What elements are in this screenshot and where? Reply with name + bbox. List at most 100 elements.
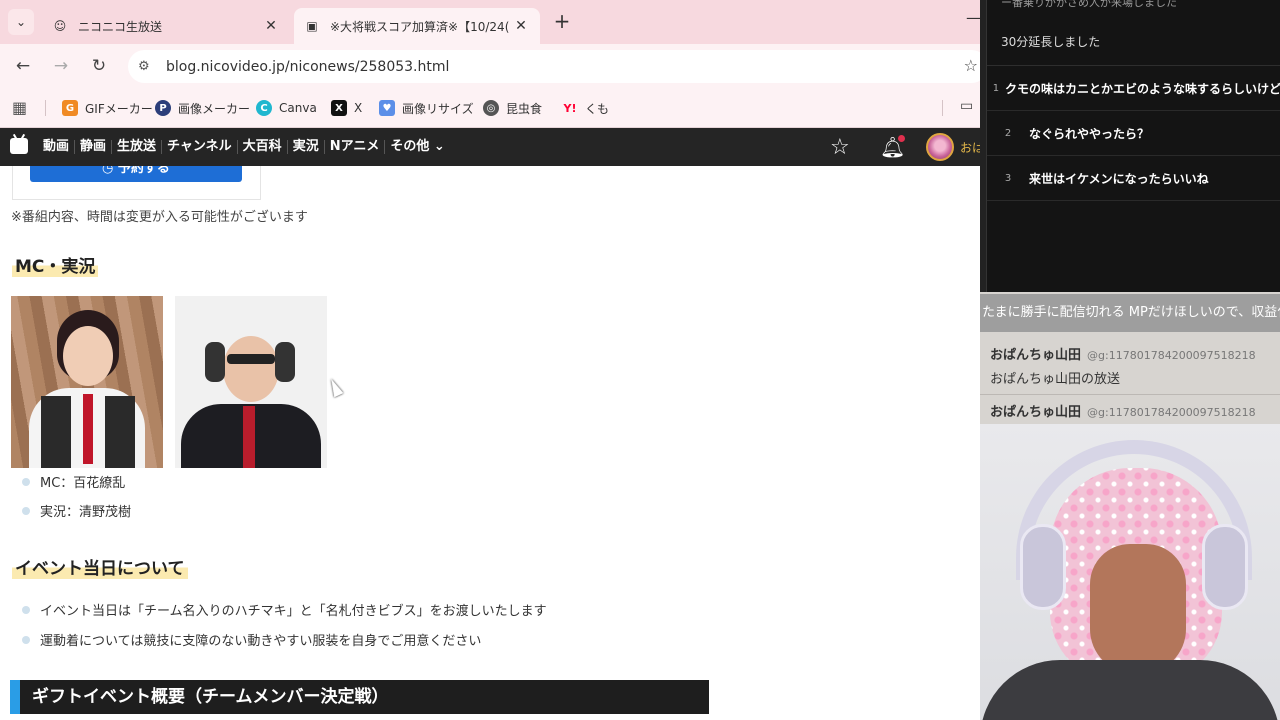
event-list-item: イベント当日は「チーム名入りのハチマキ」と「名札付きビブス」をお渡しいたします (22, 600, 547, 619)
photo-vest-left (41, 396, 71, 468)
nav-item-anime[interactable]: Nアニメ (323, 140, 385, 154)
browser-tab-strip: ⌄ ☺ ニコニコ生放送 ✕ ▣ ※大将戦スコア加算済※【10/24( ✕ + — (0, 0, 982, 44)
comment-author-name: おぱんちゅ山田 (990, 405, 1082, 420)
bookmark-image-resize[interactable]: ♥ 画像リサイズ (379, 96, 474, 120)
tab-title: ニコニコ生放送 (78, 19, 163, 34)
nav-item-more[interactable]: その他 ⌄ (384, 140, 449, 154)
forward-arrow-icon[interactable]: → (51, 56, 71, 76)
nav-item-seiga[interactable]: 静画 (74, 140, 111, 154)
url-bar[interactable]: ⚙ blog.nicovideo.jp/niconews/258053.html… (128, 50, 988, 83)
address-toolbar: ← → ↻ ⚙ blog.nicovideo.jp/niconews/25805… (0, 44, 988, 88)
image-maker-icon: P (155, 100, 171, 116)
comment-author-id: @g:117801784200097518218 (1087, 406, 1256, 419)
gif-maker-icon: G (62, 100, 78, 116)
bookmark-kumo[interactable]: Y! くも (562, 96, 610, 120)
photo-headphone-left (205, 342, 225, 382)
photo-vest-right (105, 396, 135, 468)
notification-dot (898, 135, 905, 142)
stream-system-message: ー番乗りがかさめ人が来場しました (1001, 0, 1177, 9)
mouse-cursor-icon (326, 376, 344, 398)
url-text[interactable]: blog.nicovideo.jp/niconews/258053.html (166, 59, 449, 75)
ranking-number: 1 (992, 82, 1000, 94)
bullet-dot (22, 506, 30, 515)
browser-tab-nicolive[interactable]: ☺ ニコニコ生放送 ✕ (42, 8, 290, 44)
comment-author-name: おぱんちゅ山田 (990, 348, 1082, 363)
photo-face (223, 336, 279, 402)
photo-face (63, 326, 113, 386)
bookmark-image-maker[interactable]: P 画像メーカー (155, 96, 250, 120)
star-icon[interactable]: ☆ (830, 135, 850, 160)
bookmark-star-icon[interactable]: ☆ (964, 56, 978, 75)
bullet-dot (22, 635, 30, 644)
ranking-row[interactable]: 3 来世はイケメンになったらいいね (987, 156, 1280, 201)
tab-search-button[interactable]: ⌄ (8, 9, 34, 35)
nav-item-channel[interactable]: チャンネル (161, 140, 237, 154)
bookmark-insect-food[interactable]: ◎ 昆虫食 (483, 96, 542, 120)
webcam-headphone-right (1202, 524, 1248, 610)
comment-panel: たまに勝手に配信切れる MPだけほしいので、収益化 おぱんちゅ山田 @g:1178… (980, 292, 1280, 424)
webcam-face (1090, 544, 1186, 674)
chevron-down-icon: ⌄ (433, 139, 445, 154)
bookmark-canva[interactable]: C Canva (256, 96, 317, 120)
browser-tab-article[interactable]: ▣ ※大将戦スコア加算済※【10/24( ✕ (294, 8, 540, 44)
yahoo-icon: Y! (563, 101, 577, 115)
niconico-nav: 動画 静画 生放送 チャンネル 大百科 実況 Nアニメ その他 ⌄ ☆ 🔔︎ お… (0, 128, 984, 166)
stream-overlay: ー番乗りがかさめ人が来場しました 30分延長しました 1 クモの味はカニとかエビ… (980, 0, 1280, 720)
nav-menu: 動画 静画 生放送 チャンネル 大百科 実況 Nアニメ その他 ⌄ (38, 128, 450, 166)
new-tab-button[interactable]: + (550, 10, 574, 34)
tab-title: ※大将戦スコア加算済※【10/24( (330, 19, 510, 34)
nav-item-video[interactable]: 動画 (38, 140, 74, 154)
ranking-text: クモの味はカニとかエビのような味するらしいけど (1004, 81, 1280, 96)
nav-item-live[interactable]: 生放送 (111, 140, 161, 154)
comment-divider (980, 394, 1280, 395)
list-item-text: 運動着については競技に支障のない動きやすい服装を自身でご用意ください (40, 634, 482, 649)
nav-item-jikkyo[interactable]: 実況 (286, 140, 324, 154)
bookmark-gif-maker[interactable]: G GIFメーカー (62, 96, 153, 120)
screen: ⌄ ☺ ニコニコ生放送 ✕ ▣ ※大将戦スコア加算済※【10/24( ✕ + —… (0, 0, 1280, 720)
bookmark-label: GIFメーカー (85, 101, 153, 116)
photo-headphone-right (275, 342, 295, 382)
close-icon[interactable]: ✕ (262, 18, 280, 34)
back-arrow-icon[interactable]: ← (13, 56, 33, 76)
ranking-text: 来世はイケメンになったらいいね (1029, 171, 1209, 186)
ranking-row[interactable]: 1 クモの味はカニとかエビのような味するらしいけど (987, 66, 1280, 111)
commentator-photo (175, 296, 327, 468)
reload-icon[interactable]: ↻ (89, 56, 109, 76)
bookmark-separator (942, 100, 943, 116)
scrolling-comment: たまに勝手に配信切れる MPだけほしいので、収益化 (980, 294, 1280, 332)
bookmark-label: 画像メーカー (178, 101, 251, 116)
niconico-logo-icon[interactable] (10, 138, 28, 154)
bookmarks-bar: ▦ G GIFメーカー P 画像メーカー C Canva X X ♥ 画像リサイ… (0, 88, 980, 128)
bookmark-label: くも (585, 101, 610, 116)
section-heading-mc: MC・実況 (12, 252, 99, 277)
site-info-icon[interactable]: ⚙ (138, 59, 158, 74)
bookmark-x[interactable]: X X (331, 96, 362, 120)
comment-text: おぱんちゅ山田の放送 (990, 372, 1121, 387)
ranking-number: 2 (1004, 127, 1012, 139)
resize-icon: ♥ (379, 100, 395, 116)
reserve-button[interactable]: ◷ 予約する (30, 166, 242, 182)
ranking-row[interactable]: 2 なぐられややったら？ (987, 111, 1280, 156)
apps-grid-icon[interactable]: ▦ (12, 98, 27, 117)
photo-tie (243, 406, 255, 468)
bullet-dot (22, 477, 30, 486)
nav-item-dic[interactable]: 大百科 (236, 140, 287, 154)
schedule-note: ※番組内容、時間は変更が入る可能性がございます (11, 210, 308, 225)
comment-author: おぱんちゅ山田 @g:117801784200097518218 (990, 344, 1256, 363)
avatar[interactable] (926, 133, 954, 161)
folder-icon[interactable]: ▭ (960, 98, 973, 114)
list-item-text: 実況：清野茂樹 (40, 505, 132, 520)
list-item-text: MC：百花繚乱 (40, 476, 126, 491)
bookmark-label: Canva (279, 101, 317, 115)
comment-author-id: @g:117801784200097518218 (1087, 349, 1256, 362)
list-item-text: イベント当日は「チーム名入りのハチマキ」と「名札付きビブス」をお渡しいたします (40, 604, 547, 619)
stream-extend-message: 30分延長しました (987, 20, 1280, 66)
webcam-shirt (980, 660, 1280, 720)
article-content: ◷ 予約する ※番組内容、時間は変更が入る可能性がございます MC・実況 MC：… (0, 166, 980, 720)
close-icon[interactable]: ✕ (512, 18, 530, 34)
chevron-down-icon: ⌄ (15, 15, 27, 29)
section-heading-gift-event: ギフトイベント概要（チームメンバー決定戦） (10, 680, 709, 714)
mc-list-item: 実況：清野茂樹 (22, 501, 131, 520)
bookmark-label: X (354, 101, 363, 115)
photo-tie (83, 394, 93, 464)
